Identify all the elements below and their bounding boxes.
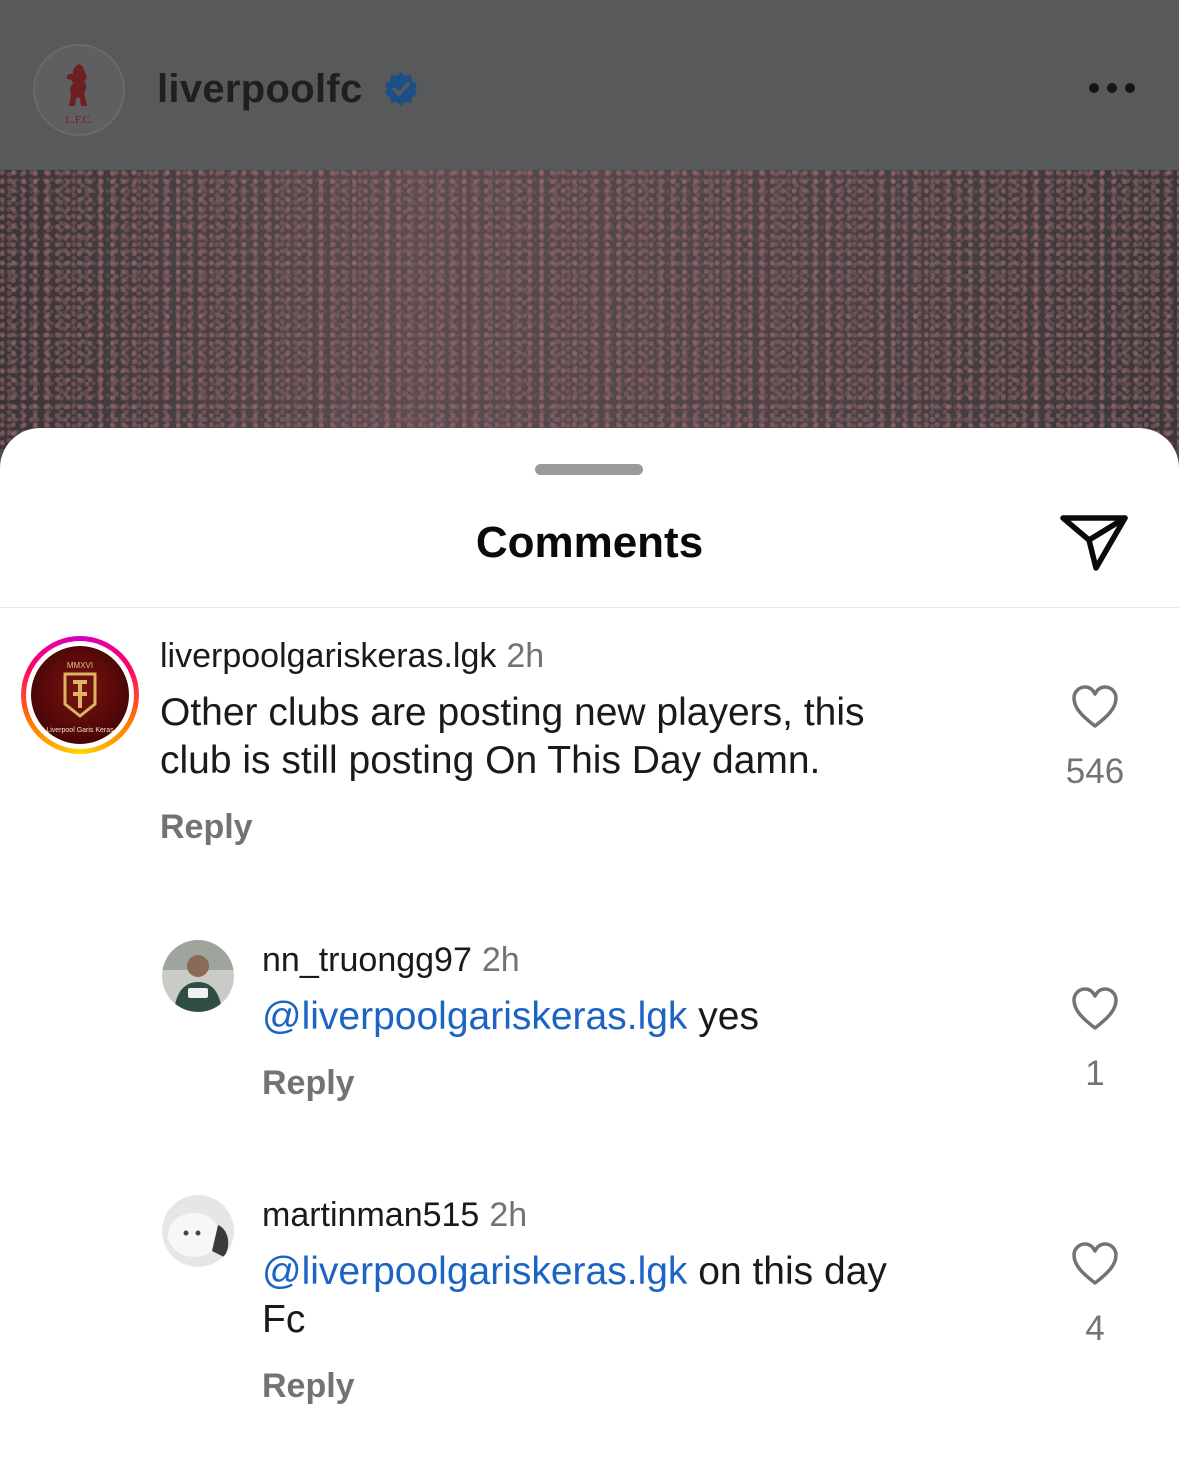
post-photo [0,170,1179,450]
person-photo-icon [162,940,234,1012]
club-crest-icon: MMXVI Liverpool Garis Keras [46,661,114,734]
drag-handle[interactable] [535,464,643,475]
comment-text-line: Other clubs are posting new players, thi… [160,691,865,734]
reply-button[interactable]: Reply [160,808,253,847]
comments-sheet: Comments MMXVI Liverpool Garis Keras liv… [0,428,1179,1465]
heart-icon[interactable] [1070,684,1120,730]
comment-text-line: on this day [687,1250,887,1293]
heart-icon[interactable] [1070,986,1120,1032]
cat-photo-icon [162,1195,234,1267]
commenter-avatar[interactable] [162,1195,234,1267]
commenter-avatar[interactable] [162,940,234,1012]
comment-header: liverpoolgariskeras.lgk 2h [160,636,544,683]
like-count: 546 [1065,752,1125,791]
comment-username[interactable]: nn_truongg97 [262,941,472,979]
reply-button[interactable]: Reply [262,1064,355,1103]
like-count: 4 [1085,1309,1105,1348]
commenter-avatar[interactable]: MMXVI Liverpool Garis Keras [21,636,139,754]
account-avatar[interactable]: L.F.C. [33,44,125,136]
comment-time: 2h [489,1196,528,1234]
liverbird-logo-icon: L.F.C. [65,64,93,126]
comments-title: Comments [475,518,704,567]
logo-text: L.F.C. [65,114,93,126]
comment-username[interactable]: liverpoolgariskeras.lgk [160,637,496,675]
comment-username[interactable]: martinman515 [262,1196,479,1234]
comment-text-line: club is still posting On This Day damn. [160,739,821,782]
verified-badge-icon [385,72,417,106]
send-icon[interactable] [1058,510,1130,574]
comment-text: @liverpoolgariskeras.lgk yes [262,993,759,1041]
account-name[interactable]: liverpoolfc [157,64,363,114]
post-header: L.F.C. liverpoolfc [0,0,1179,170]
comment-text: @liverpoolgariskeras.lgk on this day Fc [262,1248,1022,1344]
comment-time: 2h [506,637,545,675]
reply-button[interactable]: Reply [262,1367,355,1406]
comment-text: Other clubs are posting new players, thi… [160,689,1020,785]
comment-text-line: yes [687,995,759,1038]
comment-text-line: Fc [262,1298,306,1341]
like-count: 1 [1085,1054,1105,1093]
comment-header: martinman515 2h [262,1195,527,1242]
avatar-top-text: MMXVI [67,661,93,670]
comment-time: 2h [481,941,520,979]
mention-link[interactable]: @liverpoolgariskeras.lgk [262,1250,687,1293]
heart-icon[interactable] [1070,1241,1120,1287]
divider [0,607,1179,608]
ellipsis-icon[interactable] [1086,78,1138,98]
comment-header: nn_truongg97 2h [262,940,520,987]
avatar-bottom-text: Liverpool Garis Keras [46,727,114,734]
mention-link[interactable]: @liverpoolgariskeras.lgk [262,995,687,1038]
